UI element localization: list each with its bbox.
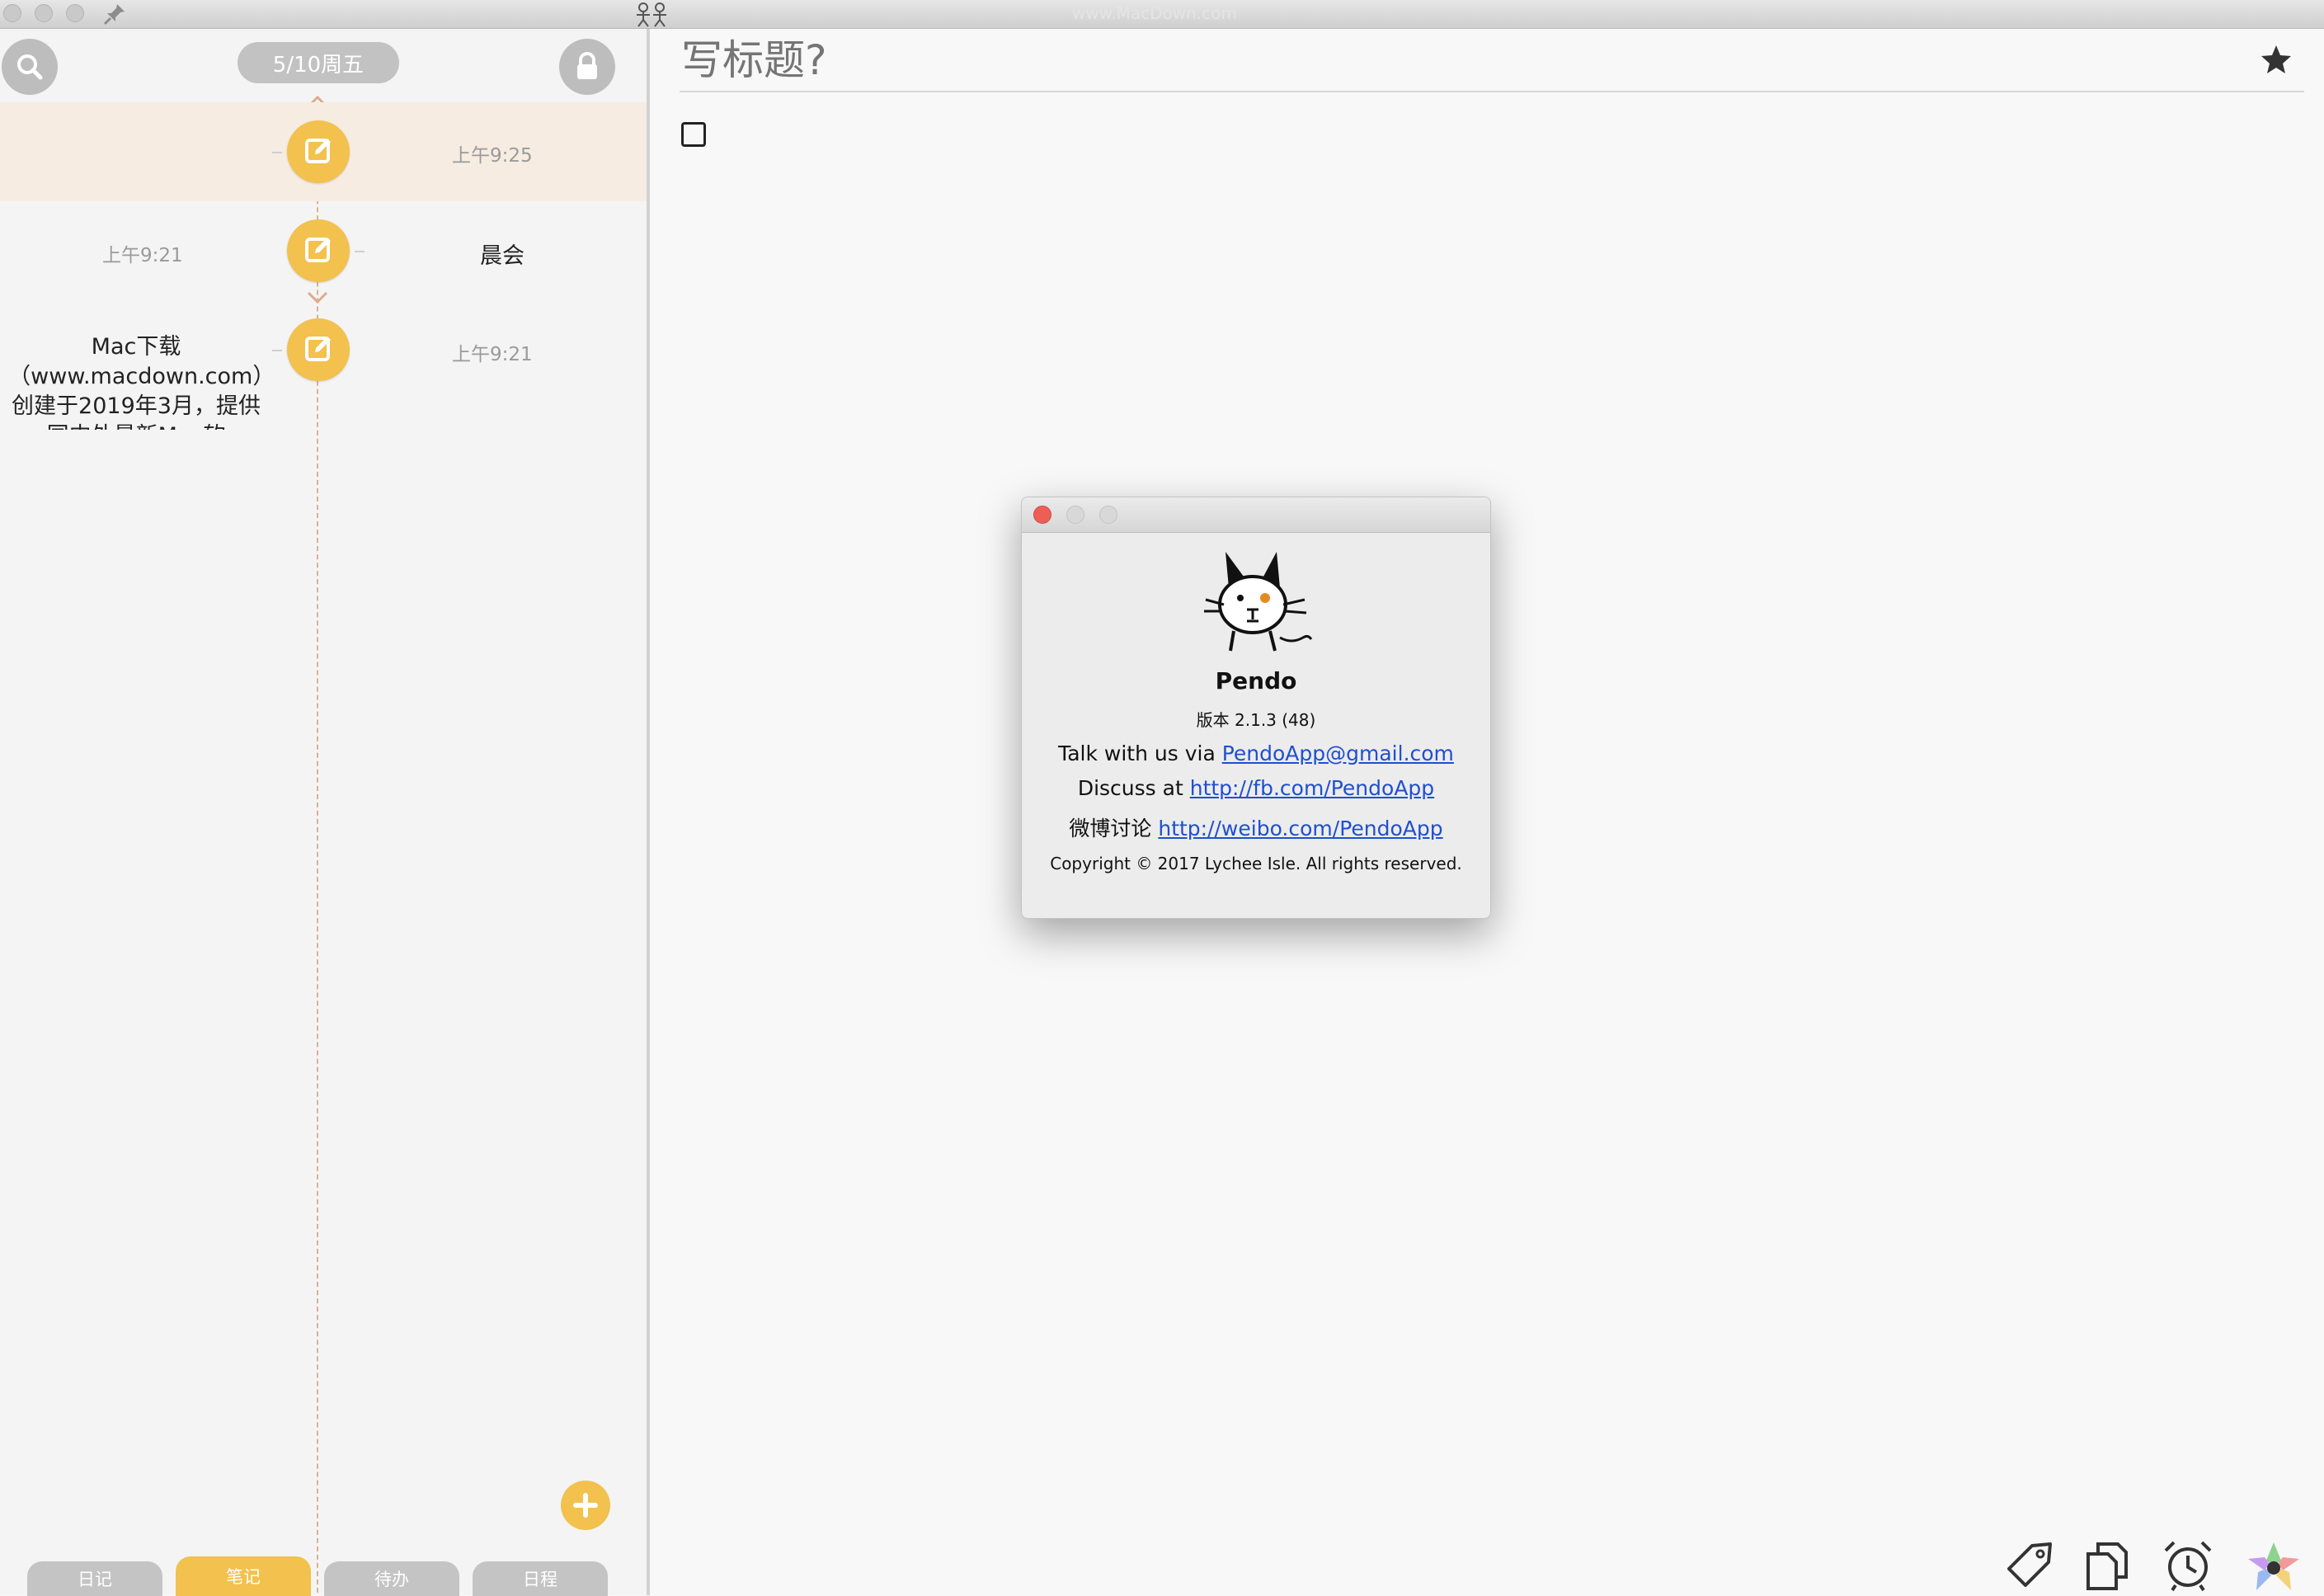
about-app-name: Pendo	[1215, 667, 1297, 694]
dialog-titlebar	[1022, 497, 1490, 533]
about-weibo-line: 微博讨论 http://weibo.com/PendoApp	[1022, 812, 1490, 842]
edit-note-icon	[305, 238, 331, 262]
tab-todo[interactable]: 待办	[324, 1561, 459, 1596]
weibo-label: 微博讨论	[1069, 817, 1152, 840]
todo-checkbox[interactable]	[681, 122, 706, 147]
plus-icon	[573, 1493, 598, 1518]
about-copyright: Copyright © 2017 Lychee Isle. All rights…	[1050, 854, 1462, 873]
email-link[interactable]: PendoApp@gmail.com	[1222, 742, 1454, 765]
color-wheel-icon[interactable]	[2243, 1537, 2304, 1595]
search-button[interactable]	[2, 39, 58, 95]
facebook-link[interactable]: http://fb.com/PendoApp	[1190, 776, 1434, 800]
note-node[interactable]	[287, 318, 350, 381]
timeline-sidebar: 5/10周五 上午9:25 上午9:21 晨会 上午9:21 Mac下载（www…	[0, 29, 650, 1596]
timeline-entry[interactable]: 上午9:21 晨会	[0, 201, 647, 300]
lock-button[interactable]	[559, 39, 615, 95]
entry-title: 晨会	[480, 243, 525, 269]
close-window-button[interactable]	[3, 4, 21, 22]
note-node[interactable]	[287, 120, 350, 183]
minimize-window-button[interactable]	[35, 4, 53, 22]
title-divider	[680, 91, 2304, 92]
entry-time: 上午9:21	[452, 344, 533, 365]
note-node[interactable]	[287, 219, 350, 282]
tag-icon[interactable]	[2002, 1537, 2057, 1592]
edit-note-icon	[305, 139, 331, 163]
dialog-zoom-button	[1099, 506, 1117, 524]
about-contact-line: Talk with us via PendoApp@gmail.com	[1022, 742, 1490, 765]
star-icon[interactable]	[2260, 43, 2293, 76]
window-titlebar: www.MacDown.com	[0, 0, 2324, 29]
tab-notes[interactable]: 笔记	[176, 1556, 311, 1596]
entry-time: 上午9:25	[452, 145, 533, 167]
app-mascot-icon	[637, 2, 666, 27]
edit-note-icon	[305, 337, 331, 361]
timeline-entry[interactable]: 上午9:25	[0, 102, 647, 201]
discuss-label: Discuss at	[1077, 776, 1183, 800]
alarm-clock-icon[interactable]	[2161, 1537, 2215, 1592]
tab-diary[interactable]: 日记	[27, 1561, 162, 1596]
entry-time: 上午9:21	[102, 245, 183, 266]
copy-icon[interactable]	[2082, 1537, 2136, 1592]
add-note-button[interactable]	[561, 1481, 610, 1530]
lock-icon	[577, 52, 597, 79]
zoom-window-button[interactable]	[66, 4, 84, 22]
talk-label: Talk with us via	[1058, 742, 1216, 765]
watermark-text: www.MacDown.com	[1072, 3, 1237, 23]
pendo-cat-logo-icon	[1204, 552, 1313, 652]
date-picker-button[interactable]: 5/10周五	[238, 42, 399, 83]
pin-icon[interactable]	[102, 2, 127, 26]
about-discuss-line: Discuss at http://fb.com/PendoApp	[1022, 776, 1490, 800]
search-icon	[17, 54, 43, 80]
weibo-link[interactable]: http://weibo.com/PendoApp	[1158, 817, 1442, 840]
entry-preview-text: Mac下载（www.macdown.com）创建于2019年3月，提供国内外最新…	[8, 334, 264, 430]
tab-schedule[interactable]: 日程	[473, 1561, 608, 1596]
note-title-input[interactable]	[680, 33, 2250, 87]
about-dialog: Pendo 版本 2.1.3 (48) Talk with us via Pen…	[1021, 497, 1491, 919]
dialog-close-button[interactable]	[1033, 506, 1051, 524]
dialog-minimize-button	[1066, 506, 1084, 524]
about-version: 版本 2.1.3 (48)	[1196, 710, 1316, 730]
